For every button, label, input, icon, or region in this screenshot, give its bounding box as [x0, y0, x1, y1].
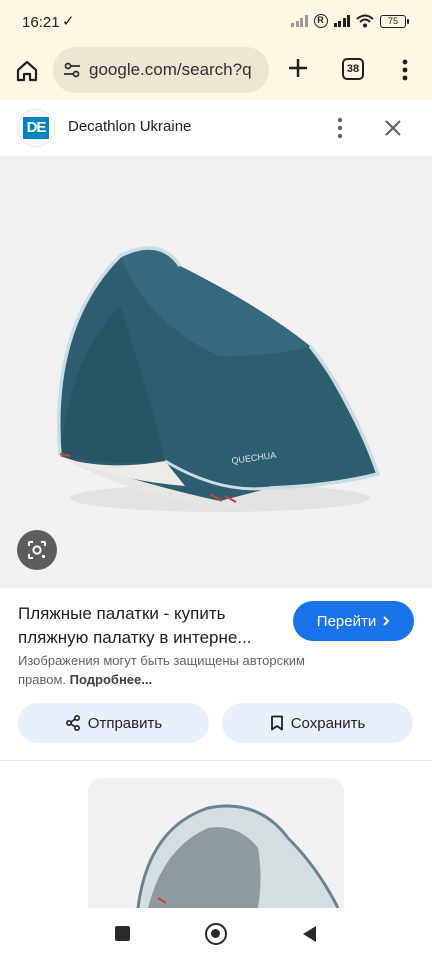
site-name[interactable]: Decathlon Ukraine [68, 118, 191, 135]
signal-icon [333, 15, 350, 27]
tab-switcher-button[interactable]: 38 [342, 58, 364, 80]
home-nav-button[interactable] [205, 923, 227, 945]
lens-search-button[interactable] [17, 530, 57, 570]
result-title[interactable]: Пляжные палатки - купить пляжную палатку… [18, 602, 280, 650]
site-header: DE Decathlon Ukraine [0, 100, 432, 156]
share-icon [65, 715, 80, 731]
share-button[interactable]: Отправить [18, 703, 209, 743]
recents-button[interactable] [115, 926, 130, 941]
back-button[interactable] [300, 924, 318, 944]
more-menu-icon[interactable] [398, 56, 412, 84]
save-button[interactable]: Сохранить [222, 703, 413, 743]
site-logo-text: DE [23, 117, 49, 139]
more-info-link[interactable]: Подробнее... [70, 672, 152, 687]
system-nav-bar [0, 908, 432, 960]
share-label: Отправить [87, 714, 163, 732]
download-check-icon: ✓ [62, 13, 75, 30]
new-tab-icon[interactable] [284, 54, 312, 82]
bookmark-icon [270, 715, 283, 731]
go-button-label: Перейти [316, 612, 377, 630]
chevron-right-icon [383, 616, 390, 626]
related-tent-image [136, 804, 340, 908]
more-options-icon[interactable] [333, 115, 347, 141]
signal-faint-icon [291, 15, 308, 27]
result-image[interactable]: QUECHUA [0, 156, 432, 588]
tent-image: QUECHUA [57, 246, 381, 512]
copyright-notice: Изображения могут быть защищены авторски… [18, 651, 328, 689]
browser-toolbar: google.com/search?q 38 [0, 44, 432, 100]
go-button[interactable]: Перейти [293, 601, 414, 641]
status-time: 16:21 [22, 14, 60, 31]
battery-icon: 75 [380, 14, 409, 28]
copyright-text: Изображения могут быть защищены авторски… [18, 653, 305, 687]
related-result-card[interactable] [88, 778, 344, 908]
lens-icon [28, 541, 46, 559]
r-badge-icon: R [313, 14, 328, 28]
site-logo: DE [17, 109, 55, 147]
close-icon[interactable] [381, 116, 405, 140]
status-bar: 16:21 ✓ R 75 [0, 0, 432, 44]
wifi-icon [356, 14, 374, 28]
url-text: google.com/search?q [89, 60, 252, 79]
address-bar[interactable]: google.com/search?q [53, 47, 269, 93]
save-label: Сохранить [290, 714, 366, 732]
site-settings-icon[interactable] [63, 61, 81, 79]
divider [0, 760, 432, 761]
home-icon[interactable] [12, 56, 42, 86]
status-icons: R 75 [291, 14, 409, 28]
